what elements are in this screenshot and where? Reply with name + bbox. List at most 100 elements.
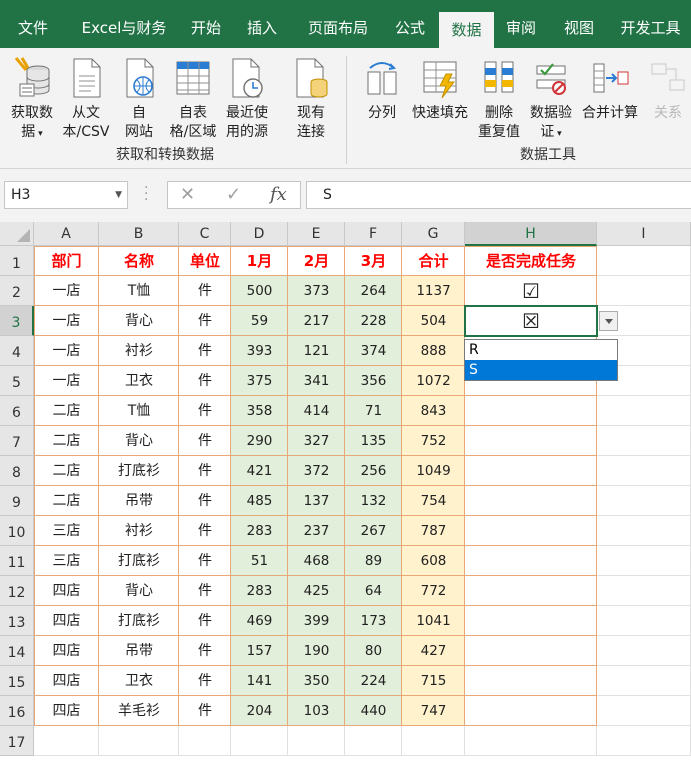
- tab-3[interactable]: 插入: [236, 0, 288, 48]
- table-cell[interactable]: 283: [231, 516, 288, 546]
- row-header-2[interactable]: 2: [0, 276, 34, 306]
- table-cell[interactable]: 772: [402, 576, 465, 606]
- table-cell[interactable]: 80: [345, 636, 402, 666]
- table-cell[interactable]: 一店: [34, 306, 99, 336]
- table-cell[interactable]: 787: [402, 516, 465, 546]
- table-cell[interactable]: 衬衫: [99, 336, 179, 366]
- table-cell[interactable]: 89: [345, 546, 402, 576]
- table-cell[interactable]: 356: [345, 366, 402, 396]
- table-cell[interactable]: 1137: [402, 276, 465, 306]
- table-cell[interactable]: 190: [288, 636, 345, 666]
- recent-sources-button[interactable]: 最近使 用的源: [222, 56, 272, 142]
- table-cell[interactable]: 四店: [34, 636, 99, 666]
- data-validation-dropdown-button[interactable]: [599, 311, 618, 331]
- table-cell[interactable]: 羊毛衫: [99, 696, 179, 726]
- row-header-12[interactable]: 12: [0, 576, 34, 606]
- table-cell[interactable]: 290: [231, 426, 288, 456]
- table-cell[interactable]: 背心: [99, 576, 179, 606]
- table-cell[interactable]: 一店: [34, 336, 99, 366]
- table-cell[interactable]: 267: [345, 516, 402, 546]
- table-cell[interactable]: 327: [288, 426, 345, 456]
- table-cell[interactable]: 件: [179, 696, 231, 726]
- from-table-range-button[interactable]: 自表 格/区域: [165, 56, 221, 142]
- table-header-cell[interactable]: 部门: [34, 246, 99, 276]
- column-header-a[interactable]: A: [34, 222, 99, 246]
- table-header-cell[interactable]: 是否完成任务: [465, 246, 597, 276]
- table-cell[interactable]: 608: [402, 546, 465, 576]
- table-cell[interactable]: 103: [288, 696, 345, 726]
- table-cell[interactable]: 四店: [34, 666, 99, 696]
- table-cell[interactable]: 715: [402, 666, 465, 696]
- table-cell[interactable]: 350: [288, 666, 345, 696]
- table-header-cell[interactable]: 3月: [345, 246, 402, 276]
- table-cell[interactable]: 375: [231, 366, 288, 396]
- table-cell[interactable]: 打底衫: [99, 456, 179, 486]
- table-header-cell[interactable]: 合计: [402, 246, 465, 276]
- column-header-g[interactable]: G: [402, 222, 465, 246]
- data-validation-list[interactable]: RS: [464, 339, 618, 381]
- dropdown-option[interactable]: S: [465, 360, 617, 380]
- table-cell[interactable]: 件: [179, 636, 231, 666]
- from-text-csv-button[interactable]: 从文 本/CSV: [60, 56, 112, 142]
- table-cell[interactable]: 背心: [99, 306, 179, 336]
- cancel-icon[interactable]: ✕: [180, 184, 195, 205]
- table-cell[interactable]: 393: [231, 336, 288, 366]
- worksheet-grid[interactable]: A B C D E F G H I 1 2 3 4 5 6 7 8 9 10 11 12 13 14 15 16 17 部门 名称 单位…: [0, 222, 691, 766]
- table-cell[interactable]: 752: [402, 426, 465, 456]
- table-cell[interactable]: 157: [231, 636, 288, 666]
- table-cell[interactable]: 217: [288, 306, 345, 336]
- row-header-17[interactable]: 17: [0, 726, 34, 756]
- table-cell[interactable]: 三店: [34, 516, 99, 546]
- table-cell[interactable]: 427: [402, 636, 465, 666]
- table-cell[interactable]: 372: [288, 456, 345, 486]
- dropdown-option[interactable]: R: [465, 340, 617, 360]
- name-box[interactable]: H3 ▼: [4, 181, 128, 209]
- table-cell[interactable]: 843: [402, 396, 465, 426]
- table-cell[interactable]: 1072: [402, 366, 465, 396]
- table-cell[interactable]: 59: [231, 306, 288, 336]
- table-cell[interactable]: 二店: [34, 396, 99, 426]
- row-header-5[interactable]: 5: [0, 366, 34, 396]
- table-cell[interactable]: 二店: [34, 426, 99, 456]
- table-cell[interactable]: 1041: [402, 606, 465, 636]
- existing-connections-button[interactable]: 现有 连接: [288, 56, 334, 142]
- table-cell[interactable]: T恤: [99, 396, 179, 426]
- tab-4[interactable]: 页面布局: [293, 0, 383, 48]
- table-cell[interactable]: 件: [179, 336, 231, 366]
- row-header-14[interactable]: 14: [0, 636, 34, 666]
- select-all-button[interactable]: [0, 222, 34, 246]
- table-cell[interactable]: 吊带: [99, 636, 179, 666]
- table-cell[interactable]: 四店: [34, 606, 99, 636]
- table-cell[interactable]: 132: [345, 486, 402, 516]
- tab-6[interactable]: 数据: [439, 12, 494, 48]
- row-header-16[interactable]: 16: [0, 696, 34, 726]
- table-cell[interactable]: 件: [179, 366, 231, 396]
- consolidate-button[interactable]: 合并计算: [579, 56, 641, 123]
- table-cell[interactable]: 二店: [34, 486, 99, 516]
- remove-duplicates-button[interactable]: 删除 重复值: [474, 56, 524, 142]
- column-header-c[interactable]: C: [179, 222, 231, 246]
- data-validation-button[interactable]: 数据验 证 ▾: [526, 56, 576, 144]
- table-cell[interactable]: 358: [231, 396, 288, 426]
- table-cell[interactable]: 吊带: [99, 486, 179, 516]
- table-cell[interactable]: 121: [288, 336, 345, 366]
- table-cell[interactable]: 204: [231, 696, 288, 726]
- chevron-down-icon[interactable]: ▼: [115, 182, 122, 208]
- row-header-8[interactable]: 8: [0, 456, 34, 486]
- tab-5[interactable]: 公式: [388, 0, 432, 48]
- table-cell[interactable]: 888: [402, 336, 465, 366]
- table-cell[interactable]: 背心: [99, 426, 179, 456]
- table-cell[interactable]: 228: [345, 306, 402, 336]
- table-cell[interactable]: 137: [288, 486, 345, 516]
- table-cell[interactable]: 一店: [34, 276, 99, 306]
- table-cell[interactable]: 341: [288, 366, 345, 396]
- get-data-button[interactable]: 获取数 据 ▾: [6, 56, 58, 144]
- table-cell[interactable]: 卫衣: [99, 666, 179, 696]
- enter-icon[interactable]: ✓: [226, 184, 241, 205]
- text-to-columns-button[interactable]: 分列: [362, 56, 402, 123]
- row-header-7[interactable]: 7: [0, 426, 34, 456]
- table-cell[interactable]: 件: [179, 306, 231, 336]
- table-cell[interactable]: 374: [345, 336, 402, 366]
- row-header-13[interactable]: 13: [0, 606, 34, 636]
- formula-bar-grip-icon[interactable]: · · ·: [144, 181, 148, 207]
